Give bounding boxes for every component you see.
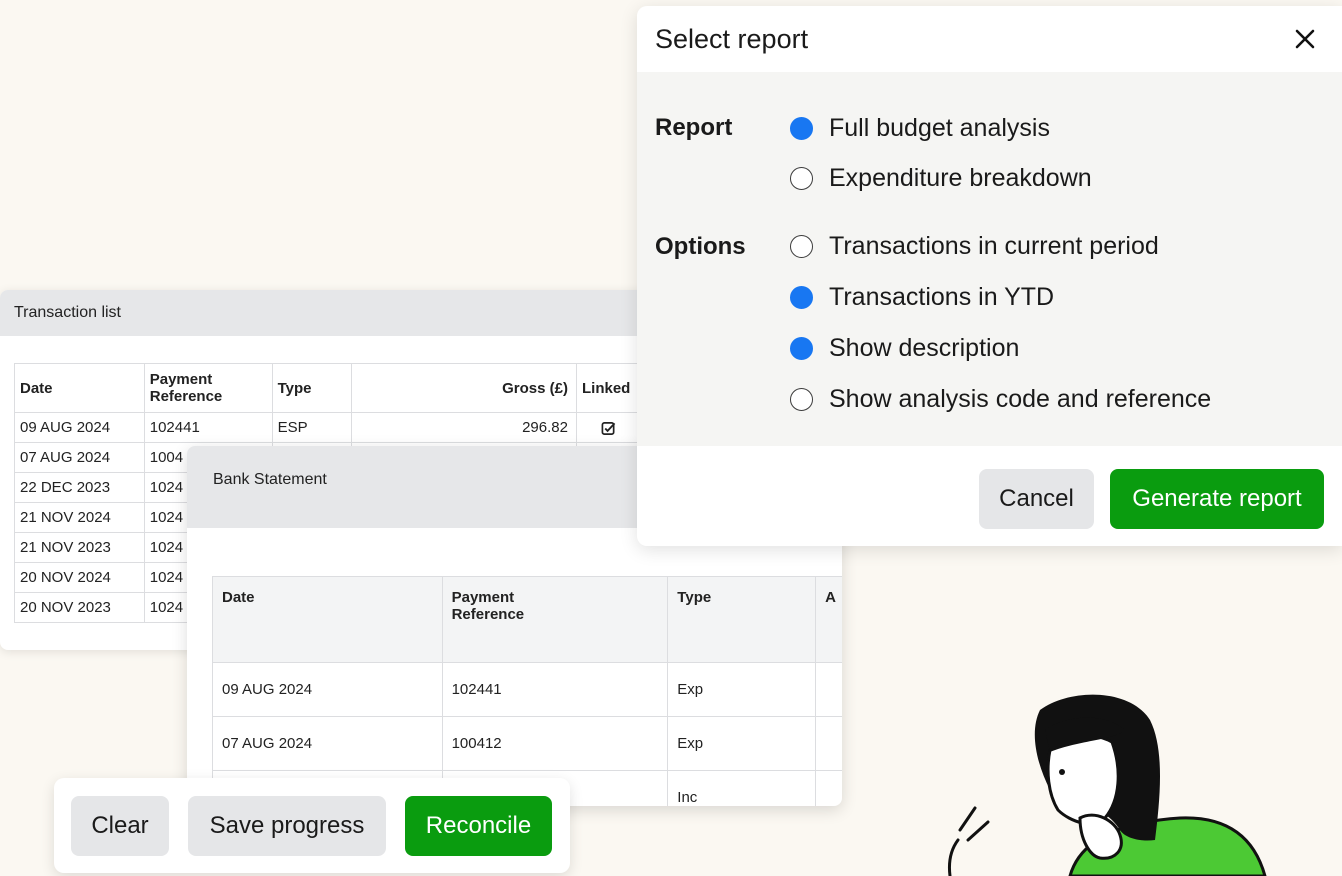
close-icon[interactable] [1290, 24, 1320, 54]
col-payment-reference: Payment Reference [143, 363, 273, 413]
radio-label: Show description [829, 334, 1020, 362]
row-type: Exp [667, 662, 817, 717]
row-date: 21 NOV 2024 [14, 502, 145, 533]
options-label: Options [655, 233, 746, 260]
radio-expenditure-breakdown[interactable]: Expenditure breakdown [790, 164, 1092, 193]
row-gross: 296.82 [351, 412, 577, 443]
select-report-dialog: Select report Report Full budget analysi… [637, 6, 1342, 546]
row-ref: 100412 [441, 716, 669, 771]
row-date: 09 AUG 2024 [14, 412, 145, 443]
dialog-footer: Cancel Generate report [637, 446, 1342, 546]
row-date: 09 AUG 2024 [212, 662, 443, 717]
save-progress-button[interactable]: Save progress [188, 796, 386, 856]
col-type: Type [667, 576, 817, 663]
row-amount [815, 716, 842, 771]
row-ref: 102441 [143, 412, 273, 443]
row-type: Exp [667, 716, 817, 771]
radio-show-description[interactable]: Show description [790, 334, 1019, 363]
close-button[interactable] [1290, 24, 1320, 54]
radio-transactions-current-period[interactable]: Transactions in current period [790, 232, 1159, 261]
eye-shape [1059, 769, 1065, 775]
table-header-row: Date Payment Reference Type A [212, 576, 842, 663]
row-date: 21 NOV 2023 [14, 532, 145, 563]
radio-label: Transactions in current period [829, 232, 1159, 260]
checked-box-icon[interactable] [601, 421, 616, 436]
radio-label: Show analysis code and reference [829, 385, 1212, 413]
radio-transactions-ytd[interactable]: Transactions in YTD [790, 283, 1054, 312]
person-thinking-illustration [948, 694, 1267, 876]
row-date: 07 AUG 2024 [14, 442, 145, 473]
radio-label: Expenditure breakdown [829, 164, 1092, 192]
row-amount [815, 662, 842, 717]
row-date: 07 AUG 2024 [212, 716, 443, 771]
col-date: Date [212, 576, 443, 663]
transaction-list-title: Transaction list [0, 290, 654, 336]
row-date: 22 DEC 2023 [14, 472, 145, 503]
radio-selected-icon[interactable] [790, 286, 813, 309]
reconcile-action-bar: Clear Save progress Reconcile [54, 778, 570, 873]
cancel-button[interactable]: Cancel [979, 469, 1094, 529]
radio-unselected-icon[interactable] [790, 167, 813, 190]
table-row[interactable]: 09 AUG 2024 102441 ESP 296.82 [14, 412, 643, 443]
col-linked: Linked [575, 363, 643, 413]
col-type: Type [271, 363, 353, 413]
col-date: Date [14, 363, 145, 413]
row-date: 20 NOV 2023 [14, 592, 145, 623]
clear-button[interactable]: Clear [71, 796, 169, 856]
table-row[interactable]: 07 AUG 2024 100412 Exp [212, 716, 842, 771]
row-ref: 102441 [441, 662, 669, 717]
radio-unselected-icon[interactable] [790, 388, 813, 411]
row-amount [815, 770, 842, 806]
radio-selected-icon[interactable] [790, 337, 813, 360]
radio-label: Full budget analysis [829, 114, 1050, 142]
row-type: ESP [271, 412, 353, 443]
row-date: 20 NOV 2024 [14, 562, 145, 593]
radio-show-analysis-code[interactable]: Show analysis code and reference [790, 385, 1211, 414]
dialog-header: Select report [637, 6, 1342, 72]
table-row[interactable]: 09 AUG 2024 102441 Exp [212, 662, 842, 717]
motion-lines [948, 806, 990, 876]
col-payment-reference: Payment Reference [441, 576, 669, 663]
radio-full-budget-analysis[interactable]: Full budget analysis [790, 114, 1050, 143]
dialog-title: Select report [655, 24, 809, 54]
report-label: Report [655, 114, 733, 141]
row-linked[interactable] [575, 412, 643, 443]
radio-unselected-icon[interactable] [790, 235, 813, 258]
col-gross: Gross (£) [351, 363, 577, 413]
radio-label: Transactions in YTD [829, 283, 1055, 311]
generate-report-button[interactable]: Generate report [1110, 469, 1324, 529]
reconcile-button[interactable]: Reconcile [405, 796, 552, 856]
table-header-row: Date Payment Reference Type Gross (£) Li… [14, 363, 643, 413]
col-amount: A [815, 576, 842, 663]
radio-selected-icon[interactable] [790, 117, 813, 140]
bank-statement-table: Date Payment Reference Type A 09 AUG 202… [212, 576, 842, 806]
row-type: Inc [667, 770, 817, 806]
